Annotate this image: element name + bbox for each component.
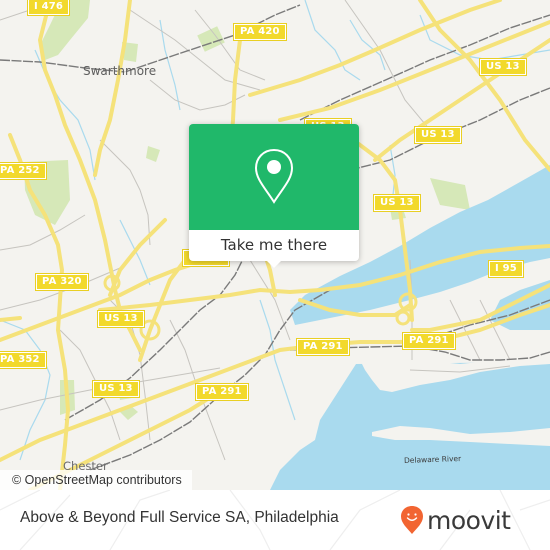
road-shield-i476: I 476: [26, 0, 71, 16]
map-attribution[interactable]: © OpenStreetMap contributors: [0, 470, 192, 490]
road-shield-pa252: PA 252: [0, 162, 47, 180]
footer-bar: Above & Beyond Full Service SA, Philadel…: [0, 490, 550, 550]
road-shield-us13-east: US 13: [414, 126, 462, 144]
map-canvas[interactable]: Swarthmore Chester Delaware River I 476 …: [0, 0, 550, 490]
road-shield-us13-east-lower: US 13: [373, 194, 421, 212]
location-title: Above & Beyond Full Service SA, Philadel…: [20, 509, 339, 526]
road-shield-pa291-east: PA 291: [402, 332, 456, 350]
take-me-there-button[interactable]: Take me there: [189, 230, 359, 261]
road-shield-pa420: PA 420: [233, 23, 287, 41]
popup-pointer: [266, 260, 282, 268]
moovit-pin-icon: [401, 506, 423, 534]
place-label-swarthmore: Swarthmore: [83, 64, 157, 78]
road-shield-us13-southwest: US 13: [92, 380, 140, 398]
road-shield-pa291-center: PA 291: [296, 338, 350, 356]
road-shield-pa352: PA 352: [0, 351, 47, 369]
popup-header: [189, 124, 359, 230]
moovit-wordmark: moovit: [427, 505, 511, 535]
moovit-logo[interactable]: moovit: [400, 502, 511, 538]
road-shield-i95: I 95: [488, 260, 524, 278]
road-shield-pa291-west: PA 291: [195, 383, 249, 401]
location-popup: Take me there: [189, 124, 359, 268]
road-shield-us13-ne: US 13: [479, 58, 527, 76]
road-shield-pa320: PA 320: [35, 273, 89, 291]
road-shield-us13-center: US 13: [97, 310, 145, 328]
map-pin-icon: [254, 148, 294, 204]
